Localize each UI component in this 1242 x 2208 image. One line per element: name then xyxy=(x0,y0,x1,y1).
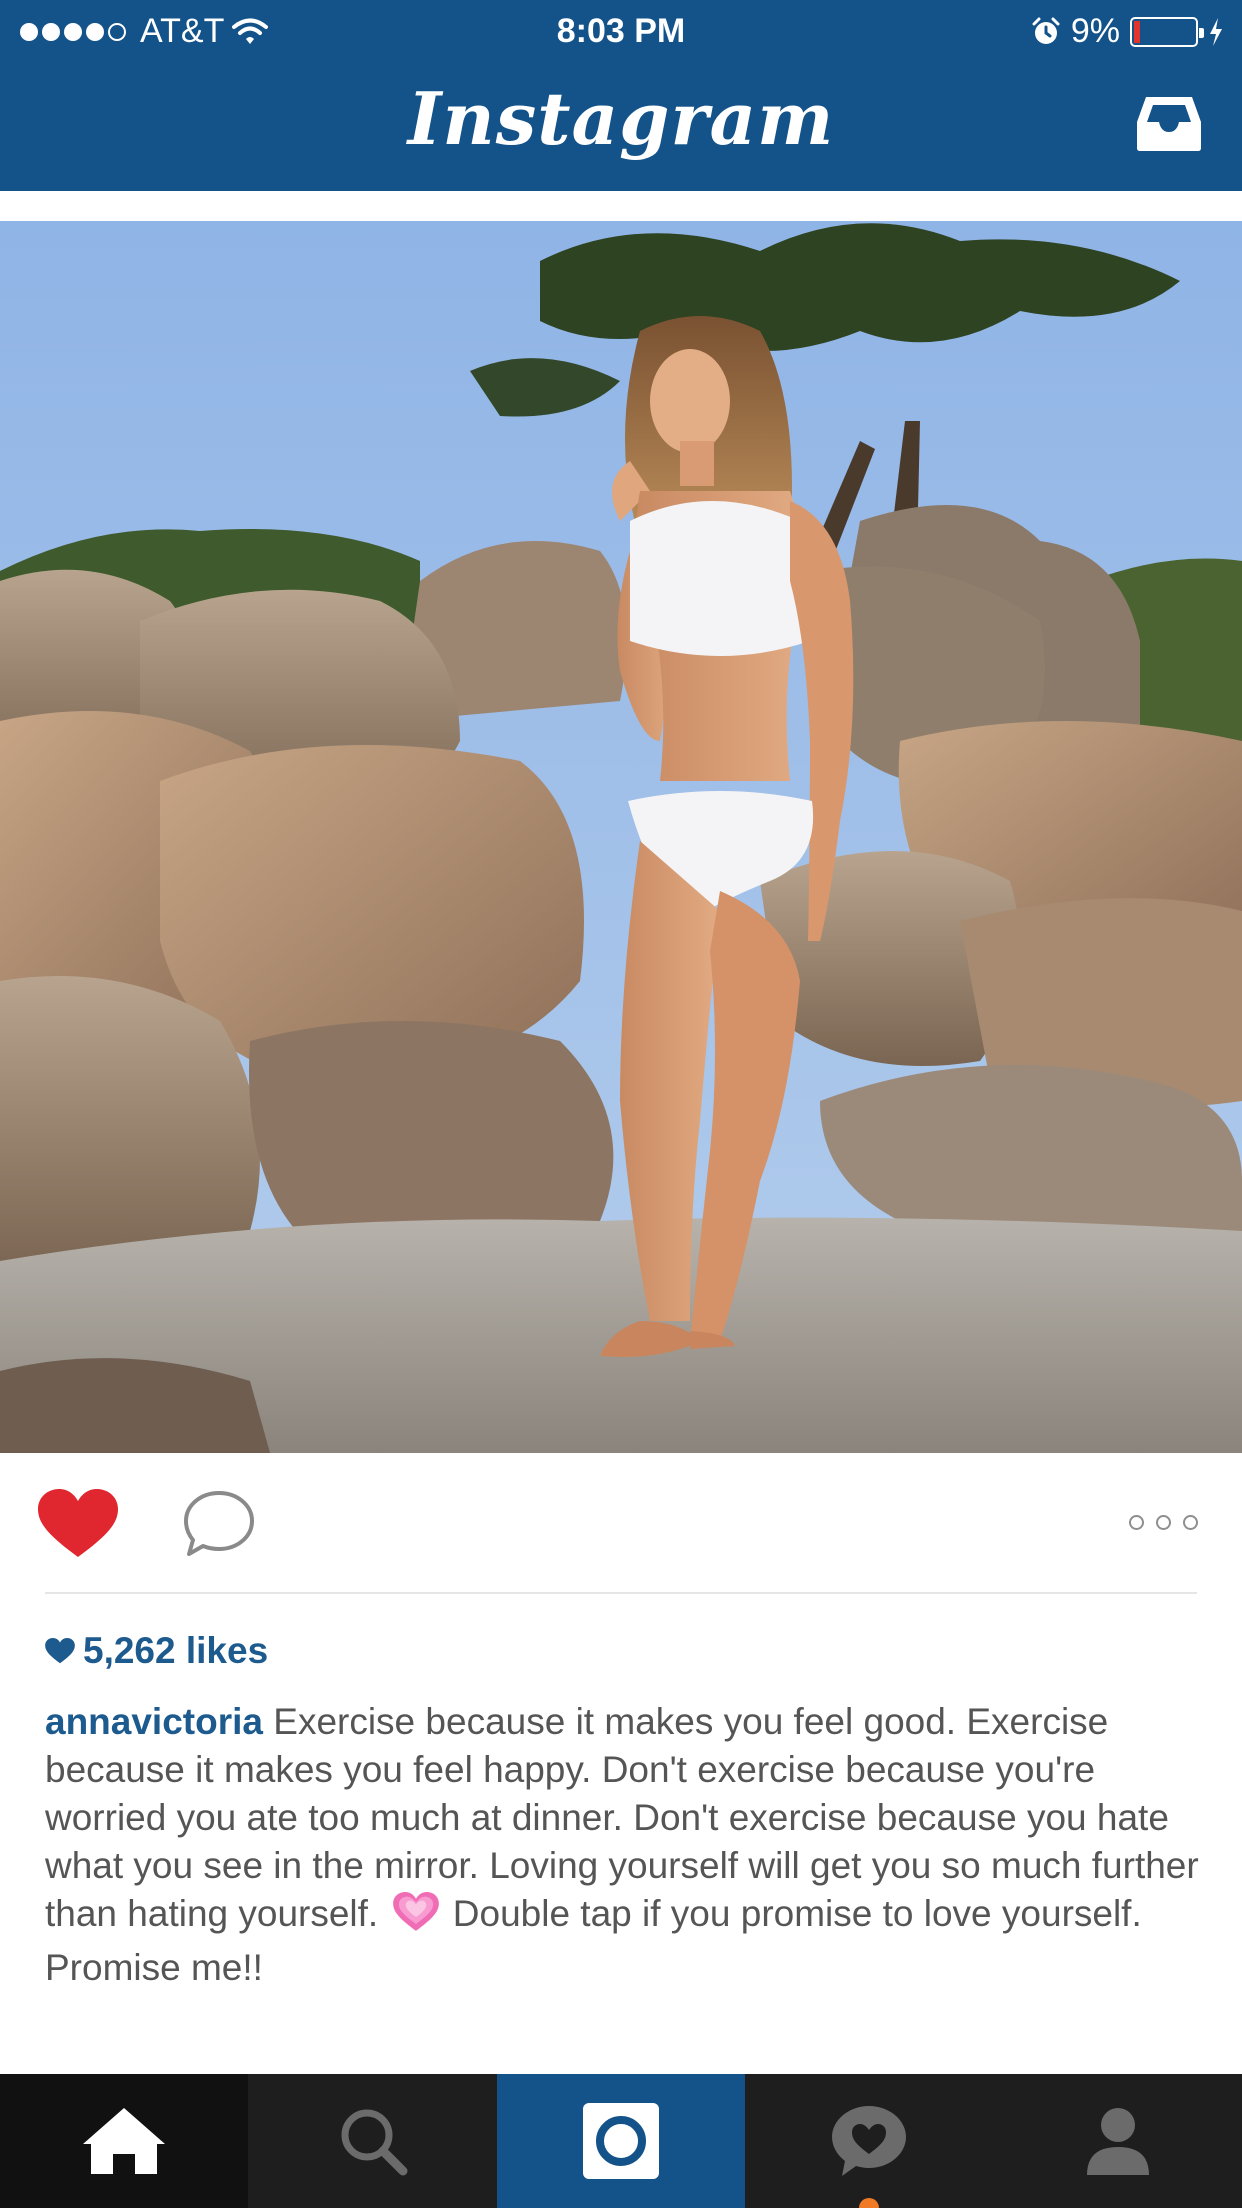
likes-text: 5,262 likes xyxy=(83,1630,269,1671)
username-link[interactable]: annavictoria xyxy=(45,1701,263,1742)
post-caption: annavictoria Exercise because it makes y… xyxy=(45,1698,1205,1992)
post-actions xyxy=(0,1453,1242,1593)
tab-profile[interactable] xyxy=(993,2074,1242,2208)
notification-dot xyxy=(859,2198,880,2208)
battery-icon xyxy=(1130,16,1204,47)
growing-heart-emoji-icon xyxy=(392,1892,439,1944)
like-heart-icon[interactable] xyxy=(38,1489,118,1564)
battery-percent: 9% xyxy=(1070,12,1120,50)
more-options-icon[interactable] xyxy=(1129,1515,1198,1530)
inbox-tray-icon[interactable] xyxy=(1134,94,1204,159)
alarm-clock-icon xyxy=(1032,17,1060,44)
search-icon xyxy=(341,2109,408,2176)
tab-camera[interactable] xyxy=(496,2074,746,2208)
bottom-tab-bar xyxy=(0,2074,1242,2208)
activity-heart-bubble-icon xyxy=(832,2106,907,2176)
small-heart-icon xyxy=(45,1638,75,1664)
comment-bubble-icon[interactable] xyxy=(182,1489,256,1564)
status-bar: AT&T 8:03 PM 9% xyxy=(0,0,1242,62)
likes-count[interactable]: 5,262 likes xyxy=(45,1630,268,1672)
tab-search[interactable] xyxy=(248,2074,497,2208)
home-icon xyxy=(83,2108,166,2174)
profile-icon xyxy=(1086,2108,1149,2175)
tab-home[interactable] xyxy=(0,2074,249,2208)
camera-icon xyxy=(582,2103,659,2179)
status-right: 9% xyxy=(1031,12,1224,51)
post-photo[interactable] xyxy=(0,221,1242,1453)
top-bar: AT&T 8:03 PM 9% Instagram xyxy=(0,0,1242,191)
actions-divider xyxy=(45,1592,1197,1594)
feed-spacer xyxy=(0,191,1242,221)
charging-bolt-icon xyxy=(1210,17,1222,46)
app-title: Instagram xyxy=(407,76,835,161)
tab-activity[interactable] xyxy=(745,2074,994,2208)
